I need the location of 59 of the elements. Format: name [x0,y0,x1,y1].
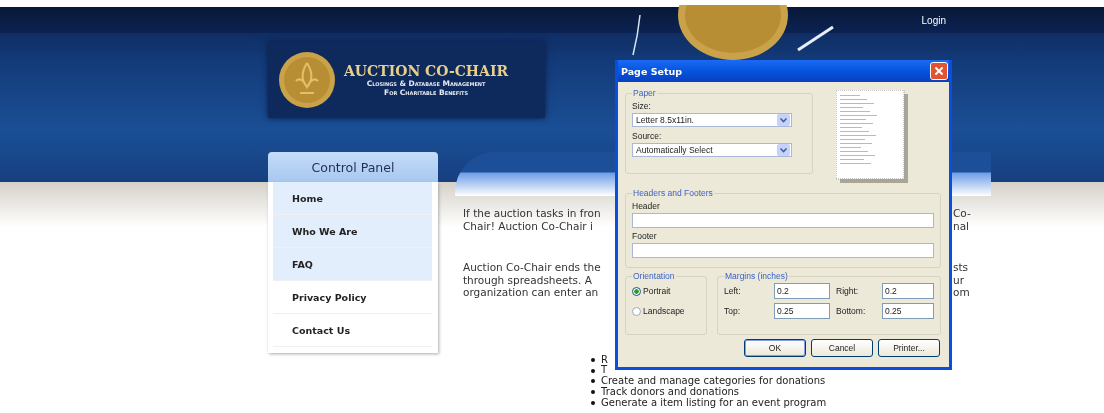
margin-label: Top: [724,306,742,316]
menu-item[interactable]: Who We Are [273,215,432,248]
group-label: Headers and Footers [632,188,714,198]
radio-label: Portrait [643,286,671,296]
dropdown-field[interactable]: Letter 8.5x11in. [632,113,792,127]
bullet-icon [591,357,595,362]
menu-item[interactable]: FAQ [273,248,432,281]
field-label: Footer [632,231,658,241]
margin-input-field[interactable]: 0.25 [882,303,934,319]
feature-list-item: Create and manage categories for donations [601,376,826,387]
paragraph-text-line: Chair! Auction Co-Chair i [463,219,594,232]
bullet-icon [591,379,595,384]
margin-label: Right: [836,286,860,296]
dropdown-arrow-icon [777,114,790,126]
close-icon[interactable] [930,62,948,80]
dialog-title: Page Setup [621,65,683,77]
margin-input-field[interactable]: 0.25 [774,303,830,319]
feature-list-item: R [601,354,608,365]
radio-button[interactable] [632,286,641,296]
field-label: Header [632,201,661,211]
paragraph-text-line: If the auction tasks in fron [463,207,602,220]
paragraph-text-line: nal [953,219,970,232]
dialog-button[interactable]: Printer... [878,339,940,357]
paragraph-text-line: Auction Co-Chair ends the [463,261,602,274]
group-label: Orientation [632,271,676,281]
dropdown-arrow-icon [777,144,790,156]
menu-item[interactable]: Contact Us [273,314,432,347]
paragraph-text-line: ur [953,273,965,286]
paragraph-text-line: through spreadsheets. A [463,273,593,286]
paragraph-text-line: organization can enter an [463,286,600,299]
coin-logo-icon [278,51,336,109]
bullet-icon [591,390,595,395]
radio-label: Landscape [643,306,685,316]
menu-item[interactable]: Home [273,182,432,215]
dialog-button[interactable]: OK [744,339,806,357]
radio-button[interactable] [632,306,641,316]
bullet-icon [591,368,595,373]
group-label: Margins (inches) [724,271,789,281]
bullet-icon [591,401,595,406]
dropdown-field[interactable]: Automatically Select [632,143,792,157]
margin-label: Left: [724,286,742,296]
footer-input-field[interactable] [632,243,934,258]
paragraph-text-line: Co- [953,207,971,220]
field-label: Size: [632,101,652,111]
paragraph-text-line: om [953,286,970,299]
feature-list-item: T [601,365,608,376]
logo-title: AUCTION CO-CHAIR [344,63,509,79]
paragraph-text-line: sts [953,261,970,274]
field-label: Source: [632,131,663,141]
margin-input-field[interactable]: 0.2 [774,283,830,299]
dialog-button[interactable]: Cancel [811,339,873,357]
menu-item[interactable]: Privacy Policy [273,281,432,314]
login-link[interactable]: Login [921,14,946,26]
feature-list-item: Track donors and donations [601,386,740,398]
header-input-field[interactable] [632,213,934,228]
margin-label: Bottom: [836,306,867,316]
margin-input-field[interactable]: 0.2 [882,283,934,299]
feature-list-item: Generate a item listing for an event program [601,397,827,409]
group-label: Paper [632,88,657,98]
